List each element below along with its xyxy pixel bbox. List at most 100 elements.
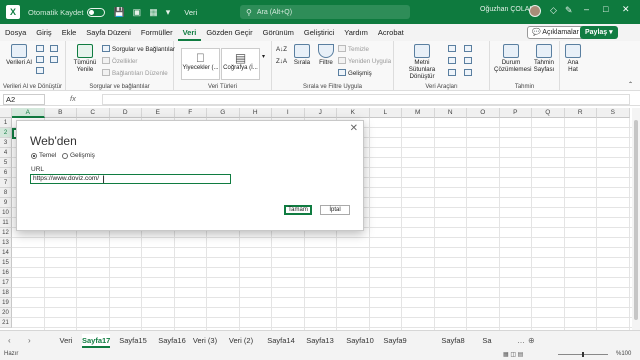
column-header[interactable]: I bbox=[272, 108, 305, 118]
data-model-icon[interactable] bbox=[464, 69, 474, 77]
row-header[interactable]: 11 bbox=[0, 218, 12, 228]
fx-icon[interactable]: fx bbox=[70, 94, 76, 103]
column-header[interactable]: H bbox=[239, 108, 272, 118]
add-sheet-icon[interactable]: ⊕ bbox=[528, 336, 535, 345]
comments-button[interactable]: 💬 Açıklamalar bbox=[527, 26, 584, 39]
row-header[interactable]: 14 bbox=[0, 248, 12, 258]
table-icon[interactable]: ▦ bbox=[149, 7, 158, 18]
remove-duplicates-icon[interactable] bbox=[448, 57, 458, 65]
diamond-icon[interactable]: ◇ bbox=[550, 5, 557, 16]
column-header[interactable]: M bbox=[402, 108, 435, 118]
tab-formuller[interactable]: Formüller bbox=[136, 24, 178, 41]
autosave-toggle[interactable] bbox=[87, 7, 106, 17]
row-header[interactable]: 20 bbox=[0, 308, 12, 318]
tab-yardim[interactable]: Yardım bbox=[339, 24, 373, 41]
sort-za-icon[interactable]: Z↓A bbox=[276, 58, 287, 66]
radio-advanced[interactable]: Gelişmiş bbox=[62, 152, 95, 159]
filter-button[interactable]: Filtre bbox=[316, 44, 336, 66]
formula-input[interactable] bbox=[102, 94, 630, 105]
sheet-tab[interactable]: Sayfa16 bbox=[156, 334, 188, 348]
row-header[interactable]: 7 bbox=[0, 178, 12, 188]
tab-veri[interactable]: Veri bbox=[177, 24, 202, 41]
row-header[interactable]: 5 bbox=[0, 158, 12, 168]
column-header[interactable]: N bbox=[434, 108, 467, 118]
row-header[interactable]: 18 bbox=[0, 288, 12, 298]
column-header[interactable]: B bbox=[44, 108, 77, 118]
row-header[interactable]: 4 bbox=[0, 148, 12, 158]
sheet-tab[interactable]: Sayfa8 bbox=[441, 334, 465, 348]
data-validation-icon[interactable] bbox=[448, 69, 458, 77]
sort-button[interactable]: Sırala bbox=[292, 44, 312, 66]
consolidate-icon[interactable] bbox=[464, 45, 474, 53]
tab-giris[interactable]: Giriş bbox=[31, 24, 56, 41]
column-header[interactable]: G bbox=[207, 108, 240, 118]
row-header[interactable]: 2 bbox=[0, 128, 12, 138]
row-header[interactable]: 1 bbox=[0, 118, 12, 128]
url-input[interactable]: https://www.doviz.com/ bbox=[30, 174, 231, 184]
get-data-button[interactable]: Verileri Al bbox=[6, 44, 32, 66]
sheet-tab[interactable]: Veri (3) bbox=[192, 334, 218, 348]
row-header[interactable]: 19 bbox=[0, 298, 12, 308]
column-header[interactable]: O bbox=[467, 108, 500, 118]
recent-sources-icon[interactable] bbox=[50, 45, 60, 53]
row-header[interactable]: 13 bbox=[0, 238, 12, 248]
column-header[interactable]: A bbox=[12, 108, 45, 118]
sheet-tab[interactable]: Sayfa15 bbox=[118, 334, 148, 348]
row-header[interactable]: 8 bbox=[0, 188, 12, 198]
camera-icon[interactable]: ▣ bbox=[133, 7, 142, 18]
clear-filter-button[interactable]: Temizle bbox=[338, 45, 369, 53]
more-sheets-icon[interactable]: … bbox=[517, 336, 525, 345]
advanced-filter-button[interactable]: Gelişmiş bbox=[338, 69, 372, 77]
column-header[interactable]: J bbox=[304, 108, 337, 118]
row-header[interactable]: 3 bbox=[0, 138, 12, 148]
column-header[interactable]: K bbox=[337, 108, 370, 118]
radio-basic[interactable]: Temel bbox=[31, 152, 56, 159]
minimize-button[interactable]: – bbox=[584, 4, 589, 14]
sort-az-icon[interactable]: A↓Z bbox=[276, 46, 287, 54]
column-header[interactable]: P bbox=[499, 108, 532, 118]
from-web-icon[interactable] bbox=[36, 56, 46, 64]
row-header[interactable]: 17 bbox=[0, 278, 12, 288]
name-box[interactable]: A2 bbox=[3, 94, 45, 105]
sheet-tab[interactable]: Veri (2) bbox=[228, 334, 254, 348]
next-sheet-icon[interactable]: › bbox=[28, 336, 31, 345]
from-table-icon[interactable] bbox=[36, 67, 46, 75]
ok-button[interactable]: Tamam bbox=[284, 205, 312, 215]
sheet-tab[interactable]: Veri bbox=[58, 334, 74, 348]
row-header[interactable]: 10 bbox=[0, 208, 12, 218]
close-window-button[interactable]: ✕ bbox=[622, 4, 630, 15]
sheet-tab[interactable]: Sayfa14 bbox=[264, 334, 298, 348]
outline-button[interactable]: Ana Hat bbox=[562, 44, 584, 73]
row-header[interactable]: 9 bbox=[0, 198, 12, 208]
tab-gozden-gecir[interactable]: Gözden Geçir bbox=[201, 24, 257, 41]
forecast-sheet-button[interactable]: Tahmin Sayfası bbox=[530, 44, 558, 73]
tab-gorunum[interactable]: Görünüm bbox=[258, 24, 299, 41]
queries-connections-button[interactable]: Sorgular ve Bağlantılar bbox=[102, 45, 175, 53]
flash-fill-icon[interactable] bbox=[448, 45, 458, 53]
row-header[interactable]: 21 bbox=[0, 318, 12, 328]
view-mode-icons[interactable]: ▦ ◫ ▤ bbox=[503, 351, 523, 358]
column-header[interactable]: F bbox=[174, 108, 207, 118]
zoom-slider[interactable] bbox=[558, 352, 608, 357]
column-header[interactable]: C bbox=[77, 108, 110, 118]
text-to-columns-button[interactable]: Metni Sütunlara Dönüştür bbox=[402, 44, 442, 80]
relationships-icon[interactable] bbox=[464, 57, 474, 65]
row-header[interactable]: 15 bbox=[0, 258, 12, 268]
reapply-button[interactable]: Yeniden Uygula bbox=[338, 57, 391, 65]
column-header[interactable]: R bbox=[564, 108, 597, 118]
sheet-tab[interactable]: Sayfa10 bbox=[343, 334, 377, 348]
existing-connections-icon[interactable] bbox=[50, 56, 60, 64]
properties-button[interactable]: Özellikler bbox=[102, 57, 137, 65]
sheet-tab[interactable]: Sayfa17 bbox=[82, 334, 110, 348]
column-header[interactable]: E bbox=[142, 108, 175, 118]
avatar[interactable] bbox=[529, 5, 541, 17]
column-header[interactable]: S bbox=[597, 108, 630, 118]
refresh-all-button[interactable]: Tümünü Yenile bbox=[70, 44, 100, 73]
tab-ekle[interactable]: Ekle bbox=[57, 24, 82, 41]
column-header[interactable]: D bbox=[109, 108, 142, 118]
select-all-corner[interactable] bbox=[0, 108, 12, 118]
column-header[interactable]: Q bbox=[532, 108, 565, 118]
cancel-button[interactable]: İptal bbox=[320, 205, 350, 215]
share-button[interactable]: Paylaş ▾ bbox=[580, 26, 618, 39]
sheet-tab[interactable]: Sayfa13 bbox=[304, 334, 336, 348]
